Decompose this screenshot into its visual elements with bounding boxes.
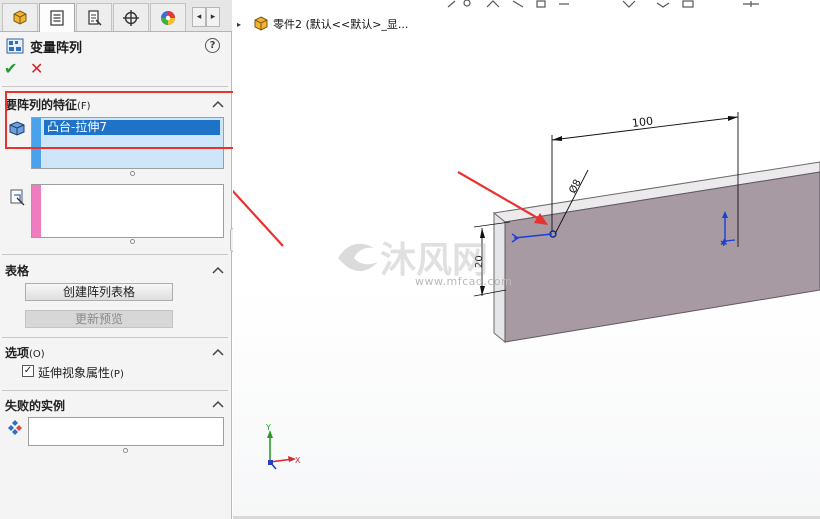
tab-feature-manager[interactable]: [2, 3, 38, 31]
tab-property-manager[interactable]: [39, 3, 75, 32]
reference-geometry-icon: [10, 189, 25, 206]
pattern-instances-icon: [8, 420, 22, 435]
pm-header: 变量阵列: [6, 36, 82, 56]
crosshair-icon: [123, 9, 139, 26]
color-wheel-icon: [161, 10, 175, 25]
property-manager: ◂ ▸ 变量阵列 ? ✔ ✕ 要阵列的特征(F) 凸台-拉伸7 表格 创建阵列表…: [0, 0, 235, 519]
update-preview-button[interactable]: 更新预览: [25, 310, 173, 328]
chevron-up-icon[interactable]: [212, 265, 224, 275]
list-resize-handle[interactable]: [123, 448, 128, 453]
watermark-url: www.mfcad.com: [415, 275, 513, 288]
annotation-arrow: [233, 189, 284, 247]
variable-pattern-icon: [6, 38, 24, 54]
triad-x-label: X: [295, 456, 301, 465]
tab-configuration-manager[interactable]: [76, 3, 112, 31]
options-section-shortcut: (O): [29, 349, 45, 360]
reference-list-bar: [32, 185, 41, 237]
svg-text:✱: ✱: [720, 239, 728, 249]
divider: [2, 254, 228, 255]
reference-listbox[interactable]: [31, 184, 224, 238]
chevron-up-icon[interactable]: [212, 347, 224, 357]
options-section-label: 选项: [5, 346, 30, 360]
options-section-title[interactable]: 选项(O): [5, 344, 45, 361]
divider: [2, 390, 228, 391]
annotation-highlight-box: [5, 91, 235, 149]
divider: [2, 86, 228, 87]
failed-instances-listbox[interactable]: [28, 417, 224, 446]
tab-display-manager[interactable]: [150, 3, 186, 31]
dimension-length-text[interactable]: 100: [631, 114, 653, 129]
list-resize-handle[interactable]: [130, 171, 135, 176]
divider: [2, 337, 228, 338]
failed-instances-section-title[interactable]: 失败的实例: [5, 397, 65, 414]
tab-scroll-right[interactable]: ▸: [206, 7, 220, 27]
property-list-icon: [50, 10, 64, 26]
feature-tree-icon: [13, 9, 27, 25]
triad-y-label: Y: [265, 423, 271, 432]
tab-scroll-arrows: ◂ ▸: [192, 7, 222, 27]
help-button[interactable]: ?: [205, 38, 220, 53]
dimension-diameter-text[interactable]: Ø8: [567, 177, 584, 195]
extend-visual-properties-label[interactable]: 延伸视象属性(P): [38, 364, 124, 381]
configuration-icon: [88, 9, 102, 26]
pm-title: 变量阵列: [30, 40, 83, 56]
tab-dimxpert-manager[interactable]: [113, 3, 149, 31]
list-resize-handle[interactable]: [130, 239, 135, 244]
checkbox-label-text: 延伸视象属性: [38, 366, 111, 380]
checkbox-label-shortcut: (P): [110, 369, 124, 380]
model-scene: 100 Ø8 20 ✱ 沐风网 Y X: [233, 112, 820, 470]
cancel-button[interactable]: ✕: [30, 61, 46, 77]
table-section-title[interactable]: 表格: [5, 262, 29, 279]
chevron-up-icon[interactable]: [212, 399, 224, 409]
coordinate-triad: Y X: [265, 423, 301, 470]
tab-scroll-left[interactable]: ◂: [192, 7, 206, 27]
create-pattern-table-button[interactable]: 创建阵列表格: [25, 283, 173, 301]
ok-button[interactable]: ✔: [4, 61, 20, 77]
extend-visual-properties-checkbox[interactable]: ✓: [22, 365, 34, 377]
manager-tabs: ◂ ▸: [0, 0, 232, 32]
graphics-viewport[interactable]: ▸ 零件2 (默认<<默认>_显... 100 Ø8 20 ✱ 沐风网 Y X …: [233, 0, 820, 519]
